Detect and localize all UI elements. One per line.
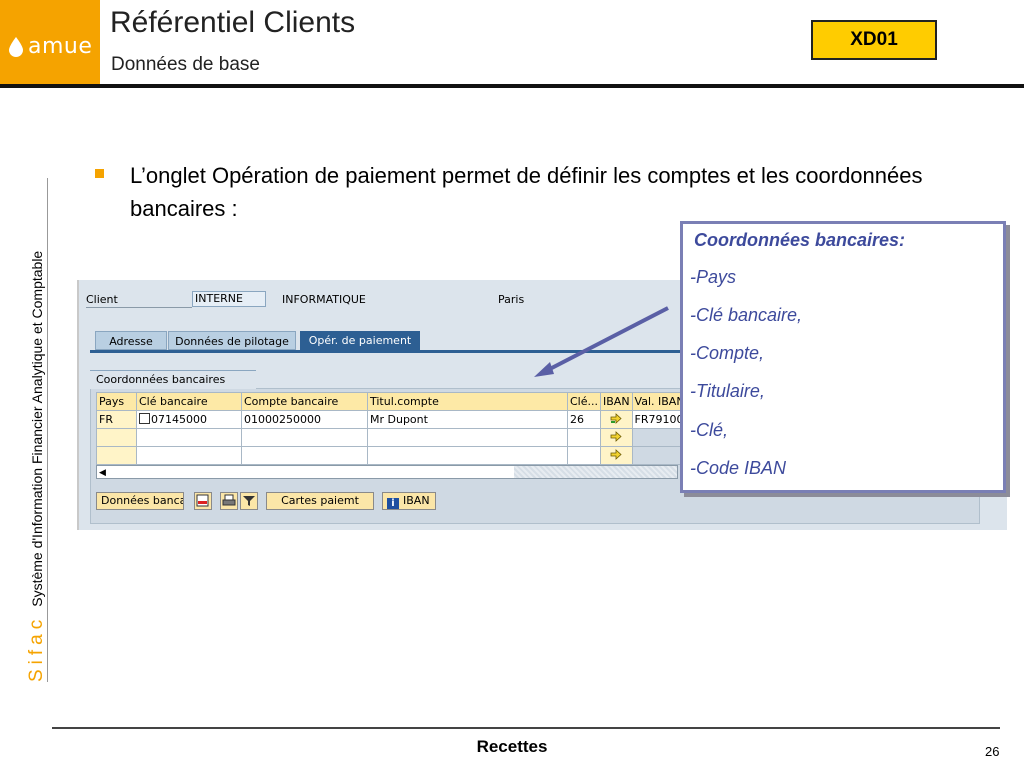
page-subtitle: Données de base [111, 54, 260, 75]
client-name: INFORMATIQUE [282, 293, 366, 306]
scroll-left-icon[interactable]: ◀ [99, 467, 106, 477]
client-label: Client [86, 293, 118, 306]
col-header-cle[interactable]: Clé... [567, 392, 601, 411]
cell-cle-bancaire[interactable] [136, 446, 242, 465]
cell-pays[interactable] [96, 446, 137, 465]
callout-item: -Clé, [690, 420, 729, 440]
col-header-iban[interactable]: IBAN [600, 392, 633, 411]
cell-cle[interactable] [567, 428, 601, 447]
cell-pays[interactable]: FR [96, 410, 137, 429]
col-header-titulaire[interactable]: Titul.compte [367, 392, 568, 411]
cell-val-iban[interactable] [631, 428, 688, 447]
callout-heading: Coordonnées bancaires: [694, 230, 906, 250]
page-title: Référentiel Clients [110, 6, 356, 39]
tab-donnees-pilotage[interactable]: Données de pilotage [168, 331, 296, 350]
payment-cards-button[interactable]: Cartes paiemt [266, 492, 374, 510]
cell-iban-button[interactable] [600, 446, 633, 465]
cell-titulaire[interactable]: Mr Dupont [367, 410, 568, 429]
table-header-row: Pays Clé bancaire Compte bancaire Titul.… [96, 392, 688, 411]
footer-title: Recettes [476, 737, 548, 756]
table-row [96, 428, 688, 447]
bank-details-group-title: Coordonnées bancaires [90, 370, 256, 389]
cell-iban-button[interactable] [600, 410, 633, 429]
scrollbar-track[interactable] [514, 466, 677, 478]
iban-arrow-icon[interactable] [610, 412, 622, 424]
logo-text: amue [28, 34, 93, 59]
tab-operation-paiement[interactable]: Opér. de paiement [300, 331, 420, 350]
iban-arrow-icon[interactable] [610, 430, 622, 442]
side-label: Sifac Système d'Information Financier Ana… [26, 251, 48, 682]
cell-cle-bancaire[interactable] [136, 428, 242, 447]
page-number: 26 [985, 744, 1000, 759]
delete-row-icon[interactable] [194, 492, 212, 510]
col-header-compte-bancaire[interactable]: Compte bancaire [241, 392, 368, 411]
cell-titulaire[interactable] [367, 446, 568, 465]
col-header-cle-bancaire[interactable]: Clé bancaire [136, 392, 242, 411]
iban-button[interactable]: i IBAN [382, 492, 436, 510]
transaction-code-badge: XD01 [811, 20, 937, 60]
header-divider [0, 84, 1024, 88]
copy-icon[interactable] [139, 413, 150, 424]
callout-pointer-arrow [534, 306, 669, 377]
cell-pays[interactable] [96, 428, 137, 447]
side-brand: Sifac [26, 614, 47, 682]
cell-iban-button[interactable] [600, 428, 633, 447]
callout-item: -Clé bancaire, [690, 305, 803, 325]
col-header-pays[interactable]: Pays [96, 392, 137, 411]
cell-val-iban[interactable]: FR79100 [631, 410, 688, 429]
iban-arrow-icon[interactable] [610, 448, 622, 460]
bank-data-button[interactable]: Données banca [96, 492, 184, 510]
callout-item: -Compte, [690, 343, 765, 363]
cell-cle-bancaire[interactable]: 07145000 [136, 410, 242, 429]
iban-button-label: IBAN [403, 494, 430, 507]
cell-compte-bancaire[interactable] [241, 428, 368, 447]
cell-cle-bancaire-value: 07145000 [151, 413, 207, 426]
client-label-underline [86, 307, 192, 308]
bank-details-table: Pays Clé bancaire Compte bancaire Titul.… [96, 392, 688, 465]
tab-adresse[interactable]: Adresse [95, 331, 167, 350]
info-icon: i [387, 498, 399, 509]
cell-val-iban[interactable] [631, 446, 688, 465]
cell-cle[interactable] [567, 446, 601, 465]
print-icon[interactable] [220, 492, 238, 510]
bullet-text: L’onglet Opération de paiement permet de… [130, 163, 923, 221]
callout-item: -Pays [690, 267, 737, 287]
table-row: FR 07145000 01000250000 Mr Dupont 26 FR7… [96, 410, 688, 429]
side-label-text: Système d'Information Financier Analytiq… [29, 250, 45, 607]
callout-item: -Titulaire, [690, 381, 765, 401]
logo-drop-icon [9, 37, 23, 57]
client-city: Paris [498, 293, 525, 306]
cell-compte-bancaire[interactable]: 01000250000 [241, 410, 368, 429]
cell-cle[interactable]: 26 [567, 410, 601, 429]
client-field[interactable]: INTERNE [192, 291, 266, 307]
footer-divider [52, 727, 1000, 729]
col-header-val-iban[interactable]: Val. IBAN [631, 392, 688, 411]
table-row [96, 446, 688, 465]
side-divider [47, 178, 48, 682]
cell-compte-bancaire[interactable] [241, 446, 368, 465]
callout-item: -Code IBAN [690, 458, 787, 478]
filter-icon[interactable] [240, 492, 258, 510]
bullet-marker [95, 169, 104, 178]
cell-titulaire[interactable] [367, 428, 568, 447]
